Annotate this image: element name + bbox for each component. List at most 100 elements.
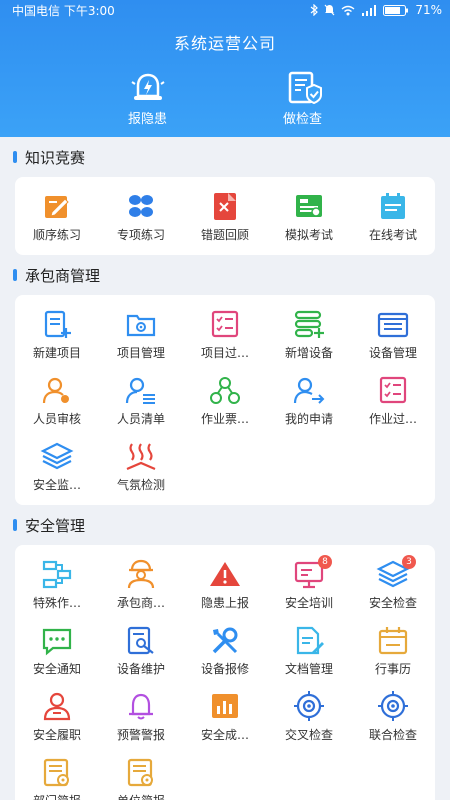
report-icon	[43, 758, 69, 786]
wifi-icon	[341, 5, 355, 15]
inspection-doc-icon	[288, 71, 322, 105]
menu-tile-label: 项目过…	[200, 345, 249, 360]
section-title-text: 承包商管理	[25, 266, 101, 285]
message-icon	[42, 628, 72, 655]
menu-tile-label: 项目管理	[116, 345, 165, 360]
menu-tile-label: 专项练习	[116, 227, 165, 242]
checklist-icon	[379, 376, 407, 403]
section-title-text: 安全管理	[25, 516, 86, 535]
menu-tile-label: 人员审核	[32, 411, 81, 426]
page-title: 系统运营公司	[173, 34, 276, 53]
menu-tile[interactable]: 项目过…	[183, 301, 267, 367]
menu-tile[interactable]: 部门简报	[15, 749, 99, 800]
section-card: 特殊作… 承包商… 隐患上报 8 安全培训 3 安全检查安全通知 设备维护 设备报修 文档管理 行事…	[15, 545, 435, 800]
doc-edit-icon	[296, 626, 324, 654]
menu-tile-label: 设备报修	[200, 661, 249, 676]
menu-tile-label: 安全成…	[200, 727, 249, 742]
menu-tile-label: 气氛检测	[116, 477, 165, 492]
menu-tile[interactable]: 人员清单	[99, 367, 183, 433]
menu-tile[interactable]: 8 安全培训	[267, 551, 351, 617]
mute-icon	[324, 4, 335, 16]
person-list-icon	[125, 377, 155, 404]
menu-tile[interactable]: 设备报修	[183, 617, 267, 683]
do-inspection-button[interactable]: 做检查	[283, 70, 323, 127]
add-device-icon	[294, 310, 324, 338]
menu-tile[interactable]: 新建项目	[15, 301, 99, 367]
menu-tile[interactable]: 安全履职	[15, 683, 99, 749]
menu-tile[interactable]: 模拟考试	[267, 183, 351, 249]
menu-tile-label: 安全通知	[32, 661, 81, 676]
gas-detect-icon	[126, 442, 156, 470]
wrench-icon	[212, 627, 238, 653]
target-icon	[378, 690, 408, 721]
menu-tile-label: 承包商…	[116, 595, 165, 610]
layers-icon	[40, 442, 74, 469]
menu-tile[interactable]: 作业票…	[183, 367, 267, 433]
menu-tile-label: 行事历	[374, 661, 411, 676]
menu-tile-label: 新增设备	[284, 345, 333, 360]
menu-tile[interactable]: 设备维护	[99, 617, 183, 683]
menu-tile[interactable]: 气氛检测	[99, 433, 183, 499]
menu-tile[interactable]: 单位简报	[99, 749, 183, 800]
work-ticket-icon	[210, 376, 240, 404]
project-folder-icon	[126, 314, 156, 336]
menu-tile[interactable]: 3 安全检查	[351, 551, 435, 617]
do-inspection-label: 做检查	[282, 112, 322, 127]
menu-tile-label: 文档管理	[284, 661, 333, 676]
section-accent-bar	[13, 269, 17, 281]
menu-tile[interactable]: 在线考试	[351, 183, 435, 249]
wrong-answer-icon	[214, 192, 236, 220]
menu-tile[interactable]: 顺序练习	[15, 183, 99, 249]
menu-tile-label: 人员清单	[116, 411, 165, 426]
alarm-bell-icon	[129, 693, 153, 719]
signal-icon	[362, 4, 377, 16]
menu-tile-label: 设备管理	[368, 345, 417, 360]
menu-tile[interactable]: 安全监…	[15, 433, 99, 499]
report-hazard-button[interactable]: 报隐患	[128, 70, 168, 127]
menu-tile-label: 新建项目	[32, 345, 81, 360]
menu-tile[interactable]: 项目管理	[99, 301, 183, 367]
menu-tile-label: 特殊作…	[32, 595, 81, 610]
menu-tile-label: 单位简报	[117, 792, 165, 800]
menu-tile[interactable]: 设备管理	[351, 301, 435, 367]
menu-tile[interactable]: 交叉检查	[267, 683, 351, 749]
menu-tile[interactable]: 专项练习	[99, 183, 183, 249]
menu-tile[interactable]: 安全成…	[183, 683, 267, 749]
menu-tile-label: 部门简报	[33, 792, 81, 800]
menu-tile[interactable]: 联合检查	[351, 683, 435, 749]
section-title: 知识竞赛	[0, 137, 450, 177]
menu-tile[interactable]: 特殊作…	[15, 551, 99, 617]
menu-tile[interactable]: 隐患上报	[183, 551, 267, 617]
menu-tile[interactable]: 人员审核	[15, 367, 99, 433]
menu-tile-label: 模拟考试	[284, 227, 333, 242]
online-exam-icon	[381, 192, 405, 219]
menu-tile[interactable]: 文档管理	[267, 617, 351, 683]
section-accent-bar	[13, 151, 17, 163]
device-manage-icon	[377, 312, 409, 337]
menu-tile-label: 顺序练习	[32, 227, 81, 242]
mock-exam-icon	[296, 194, 322, 217]
menu-tile-label: 安全监…	[32, 477, 81, 492]
report-icon	[127, 758, 153, 786]
section-title-text: 知识竞赛	[25, 148, 86, 167]
section-card: 新建项目 项目管理 项目过… 新增设备 设备管理人员审核 人员清单 作业票… 我的申请 作业过……	[15, 295, 435, 505]
new-project-icon	[44, 310, 71, 338]
menu-tile[interactable]: 作业过…	[351, 367, 435, 433]
warning-triangle-icon	[210, 561, 240, 586]
menu-tile-label: 联合检查	[368, 727, 417, 742]
hazard-bell-icon	[130, 73, 165, 100]
menu-tile[interactable]: 预警警报	[99, 683, 183, 749]
menu-tile[interactable]: 承包商…	[99, 551, 183, 617]
menu-tile-label: 在线考试	[368, 227, 417, 242]
app-header: 中国电信 下午3:00 71% 系统运营公司 报隐患 做检查	[0, 0, 450, 137]
menu-tile[interactable]: 安全通知	[15, 617, 99, 683]
menu-tile[interactable]: 行事历	[351, 617, 435, 683]
status-bar: 中国电信 下午3:00 71%	[0, 0, 450, 20]
menu-tile-label: 预警警报	[116, 727, 165, 742]
menu-tile-label: 我的申请	[284, 411, 333, 426]
my-apply-icon	[293, 377, 325, 404]
menu-tile[interactable]: 新增设备	[267, 301, 351, 367]
menu-tile[interactable]: 错题回顾	[183, 183, 267, 249]
section-accent-bar	[13, 519, 17, 531]
menu-tile[interactable]: 我的申请	[267, 367, 351, 433]
